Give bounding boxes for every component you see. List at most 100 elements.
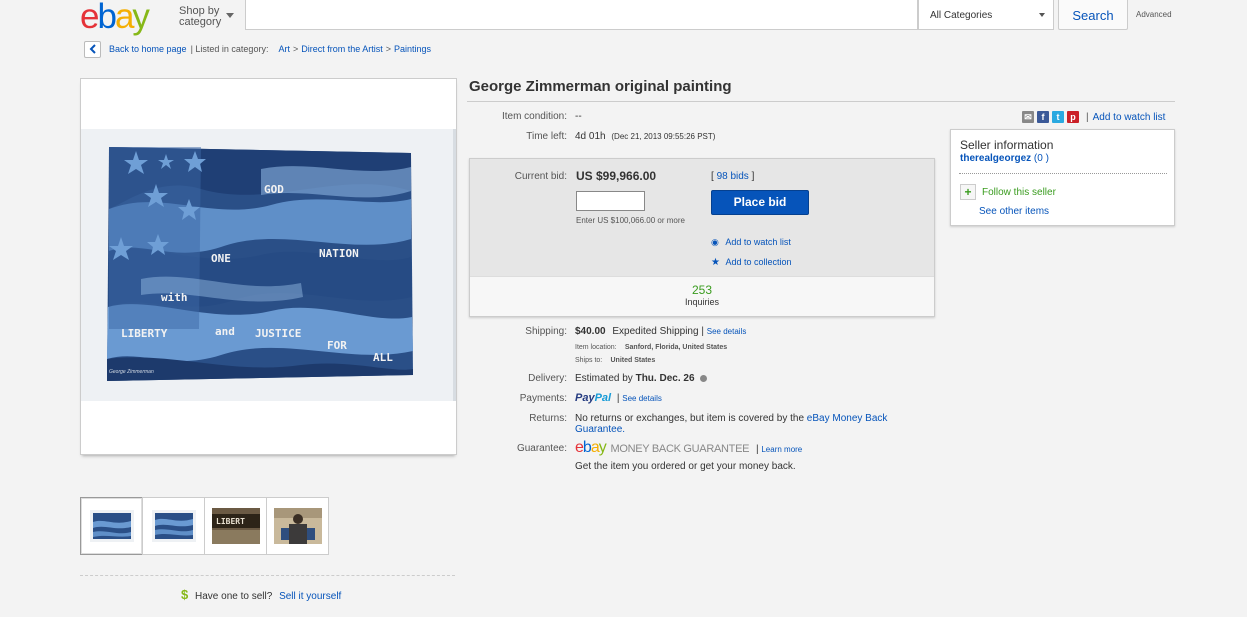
search-button[interactable]: Search: [1058, 0, 1128, 30]
add-to-collection-link[interactable]: Add to collection: [725, 257, 791, 267]
guarantee-separator: |: [755, 444, 759, 455]
email-icon[interactable]: ✉: [1022, 111, 1034, 123]
dollar-icon: $: [181, 587, 189, 602]
learn-more-link[interactable]: Learn more: [761, 445, 802, 454]
bids-count: [ 98 bids ]: [711, 171, 755, 182]
guarantee-label: Guarantee:: [516, 443, 567, 454]
crumb-direct-from-artist[interactable]: Direct from the Artist: [301, 44, 383, 54]
crumb-art[interactable]: Art: [278, 44, 290, 54]
place-bid-button[interactable]: Place bid: [711, 190, 809, 215]
thumbnail-text: LIBERT: [216, 517, 245, 526]
thumbnail-4[interactable]: [266, 497, 329, 555]
money-back-link-cont[interactable]: Guarantee.: [575, 424, 625, 435]
thumbnail-1[interactable]: [80, 497, 143, 555]
pinterest-icon[interactable]: p: [1067, 111, 1079, 123]
painting-word: and: [215, 325, 235, 338]
sell-prompt: $ Have one to sell? Sell it yourself: [181, 587, 341, 602]
painting-word: FOR: [327, 339, 347, 352]
sell-it-yourself-link[interactable]: Sell it yourself: [279, 591, 341, 602]
seller-feedback-count[interactable]: (0 ): [1034, 153, 1049, 164]
category-select[interactable]: All Categories: [918, 0, 1054, 30]
guarantee-value: ebay MONEY BACK GUARANTEE | Learn more: [575, 439, 802, 457]
see-other-items-link[interactable]: See other items: [979, 206, 1049, 217]
seller-name-link[interactable]: therealgeorgez: [960, 153, 1031, 164]
shipping-separator: |: [701, 326, 704, 337]
category-selected: All Categories: [930, 10, 993, 21]
time-left-label: Time left:: [526, 131, 567, 142]
painting-word: with: [161, 291, 188, 304]
bids-link[interactable]: 98 bids: [717, 171, 749, 182]
chevron-down-icon: [226, 13, 234, 18]
money-back-link[interactable]: eBay Money Back: [807, 413, 888, 424]
seller-name: therealgeorgez (0 ): [960, 153, 1049, 164]
money-back-badge: MONEY BACK GUARANTEE: [610, 443, 750, 455]
chevron-left-icon: [89, 44, 96, 54]
crumb-paintings[interactable]: Paintings: [394, 44, 431, 54]
back-to-home-link[interactable]: Back to home page: [109, 44, 187, 54]
breadcrumb: Back to home page | Listed in category: …: [84, 40, 431, 58]
thumbnail-3[interactable]: LIBERT: [204, 497, 267, 555]
advanced-search-link[interactable]: Advanced: [1136, 10, 1172, 19]
back-button[interactable]: [84, 40, 101, 58]
seller-info-panel: Seller information therealgeorgez (0 ) +…: [950, 129, 1175, 226]
painting-word: ALL: [373, 351, 393, 364]
painting-word: ONE: [211, 252, 231, 265]
collection-link-row[interactable]: ★ Add to collection: [711, 257, 792, 268]
add-to-watch-list-link[interactable]: Add to watch list: [1093, 112, 1166, 123]
condition-value: --: [575, 111, 582, 122]
header: ebay Shop by category All Categories Sea…: [0, 0, 1247, 36]
thumbnail-2[interactable]: [142, 497, 205, 555]
info-icon[interactable]: [700, 374, 708, 382]
twitter-icon[interactable]: t: [1052, 111, 1064, 123]
bid-box: Current bid: US $99,966.00 [ 98 bids ] E…: [469, 158, 935, 317]
plus-icon[interactable]: +: [960, 184, 976, 200]
paypal-logo: PayPal: [575, 392, 612, 404]
painting-signature: George Zimmerman: [109, 369, 154, 375]
shop-by-line2: category: [179, 16, 222, 28]
item-location-value: Sanford, Florida, United States: [624, 344, 728, 351]
ebay-logo-small: ebay: [575, 439, 607, 456]
thumbnail-image: [89, 510, 134, 542]
add-to-watch-list-link[interactable]: Add to watch list: [725, 237, 791, 247]
time-left-detail: (Dec 21, 2013 09:55:26 PST): [611, 132, 716, 141]
chevron-down-icon: [1039, 13, 1045, 17]
main-image-container[interactable]: GOD ONE NATION with LIBERTY and JUSTICE …: [80, 78, 457, 455]
bid-amount-input[interactable]: [576, 191, 645, 211]
search-input[interactable]: [245, 0, 918, 30]
returns-text: No returns or exchanges, but item is cov…: [575, 413, 805, 424]
shipping-cost: $40.00: [575, 326, 606, 337]
delivery-date: Thu. Dec. 26: [635, 373, 695, 384]
condition-label: Item condition:: [501, 111, 567, 122]
facebook-icon[interactable]: f: [1037, 111, 1049, 123]
crumb-arrow: >: [385, 44, 392, 54]
follow-seller-link[interactable]: Follow this seller: [982, 187, 1056, 198]
payments-value: PayPal | See details: [575, 392, 662, 404]
thumbnail-image: [273, 508, 322, 544]
inquiries-label: Inquiries: [684, 297, 720, 307]
crumb-arrow: >: [292, 44, 299, 54]
thumbnail-image: [151, 510, 196, 542]
shipping-see-details-link[interactable]: See details: [707, 327, 747, 336]
painting-word: LIBERTY: [121, 327, 168, 340]
painting-word: NATION: [319, 247, 359, 260]
inquiries-box: 253 Inquiries: [470, 276, 934, 316]
watch-link-row[interactable]: ◉ Add to watch list: [711, 237, 791, 248]
guarantee-description: Get the item you ordered or get your mon…: [575, 461, 796, 472]
payments-separator: |: [616, 393, 620, 404]
ships-to: Ships to: United States: [575, 355, 655, 364]
painting-image: GOD ONE NATION with LIBERTY and JUSTICE …: [81, 129, 456, 401]
shipping-label: Shipping:: [525, 326, 567, 337]
star-icon: ★: [711, 257, 720, 268]
thumbnail-image: LIBERT: [211, 508, 260, 544]
current-bid-label: Current bid:: [514, 171, 567, 182]
shop-by-category-button[interactable]: Shop by category: [179, 6, 234, 28]
divider: [959, 173, 1167, 174]
item-location: Item location: Sanford, Florida, United …: [575, 342, 727, 351]
main-item-image[interactable]: GOD ONE NATION with LIBERTY and JUSTICE …: [81, 129, 456, 401]
divider: [467, 101, 1175, 102]
painting-word: JUSTICE: [255, 327, 301, 340]
delivery-prefix: Estimated by: [575, 373, 633, 384]
payments-see-details-link[interactable]: See details: [622, 394, 662, 403]
payments-label: Payments:: [519, 393, 567, 404]
ebay-logo[interactable]: ebay: [80, 0, 150, 34]
